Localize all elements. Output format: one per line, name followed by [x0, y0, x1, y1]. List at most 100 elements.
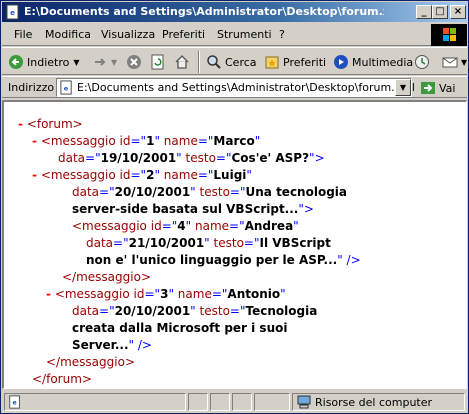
search-label: Cerca: [225, 55, 257, 69]
mail-button[interactable]: ▼: [442, 51, 467, 73]
back-dropdown-icon[interactable]: ▼: [73, 58, 79, 67]
address-bar: Indirizzo e E:\Documents and Settings\Ad…: [2, 76, 467, 98]
xml-tag: <messaggio: [54, 287, 130, 301]
my-computer-icon: [297, 395, 311, 409]
xml-tag: </forum>: [32, 372, 92, 386]
go-label: Vai: [439, 81, 456, 95]
xml-line: - <messaggio id="2" name="Luigi": [32, 168, 252, 182]
mail-icon: [442, 57, 458, 68]
forward-dropdown-icon[interactable]: ▼: [111, 58, 117, 67]
xml-document-icon: e: [6, 4, 19, 20]
back-arrow-icon: [9, 55, 23, 69]
xml-attr-name: id: [119, 134, 131, 148]
title-bar[interactable]: e E:\Documents and Settings\Administrato…: [2, 2, 467, 22]
menu-file[interactable]: File: [14, 28, 32, 41]
favorites-button[interactable]: Preferiti: [264, 51, 326, 73]
xml-attr-value: 19/10/2001: [100, 151, 177, 165]
history-button[interactable]: [414, 51, 433, 73]
maximize-button[interactable]: □: [432, 5, 448, 19]
address-dropdown-icon[interactable]: ▼: [395, 79, 411, 96]
xml-line: </messaggio>: [46, 354, 135, 371]
xml-line: data="20/10/2001" testo="Tecnologia: [72, 304, 318, 318]
xml-tag: </messaggio>: [62, 270, 151, 284]
document-viewport[interactable]: - <forum> - <messaggio id="1" name="Marc…: [2, 100, 467, 389]
go-button[interactable]: Vai: [420, 79, 455, 97]
xml-attr-value: Luigi: [213, 168, 247, 182]
home-button[interactable]: [174, 51, 193, 73]
xml-attr-name: testo: [199, 304, 230, 318]
xml-line: Server..." />: [72, 337, 152, 354]
xml-attr-name: name: [194, 219, 230, 233]
xml-attr-name: id: [119, 168, 131, 182]
refresh-button[interactable]: [150, 51, 169, 73]
address-label: Indirizzo: [8, 81, 55, 94]
xml-attr-name: id: [133, 287, 145, 301]
xml-tag: <messaggio: [40, 168, 116, 182]
status-main-cell: e: [4, 393, 186, 411]
xml-attr-value: 21/10/2001: [128, 236, 205, 250]
toolbar-separator: [198, 51, 200, 73]
menu-bar: File Modifica Visualizza Preferiti Strum…: [2, 24, 467, 46]
page-icon: e: [60, 80, 72, 95]
xml-tag: <messaggio: [72, 219, 147, 233]
xml-line: data="20/10/2001" testo="Una tecnologia: [72, 185, 347, 199]
stop-button[interactable]: [126, 51, 145, 73]
xml-attr-value: Cos'e' ASP?: [231, 151, 310, 165]
svg-text:e: e: [10, 9, 15, 17]
xml-line: </messaggio>: [62, 269, 151, 286]
collapse-toggle[interactable]: -: [32, 134, 37, 148]
menu-preferiti[interactable]: Preferiti: [162, 28, 205, 41]
xml-attr-value: creata dalla Microsoft per i suoi: [72, 321, 288, 335]
xml-line: creata dalla Microsoft per i suoi: [72, 320, 287, 337]
multimedia-button[interactable]: Multimedia: [333, 51, 413, 73]
window-title: E:\Documents and Settings\Administrator\…: [24, 5, 384, 18]
xml-attr-name: name: [163, 134, 198, 148]
mail-dropdown-icon[interactable]: ▼: [461, 58, 467, 67]
stop-icon: [127, 55, 141, 69]
xml-line: data="21/10/2001" testo="Il VBScript: [86, 236, 331, 250]
status-zone-cell: Risorse del computer: [292, 393, 465, 411]
xml-line: server-side basata sul VBScript...">: [72, 201, 314, 218]
xml-line: - <forum>: [18, 116, 83, 133]
xml-attr-name: data: [72, 304, 100, 318]
xml-attr-value: 20/10/2001: [114, 304, 191, 318]
collapse-toggle[interactable]: -: [46, 287, 51, 301]
xml-attr-value: Server...: [72, 338, 129, 352]
zone-label: Risorse del computer: [315, 396, 433, 409]
xml-line: data="19/10/2001" testo="Cos'e' ASP?">: [58, 151, 325, 165]
svg-text:e: e: [12, 400, 16, 407]
go-arrow-icon: [421, 82, 435, 94]
menu-modifica[interactable]: Modifica: [45, 28, 91, 41]
xml-attr-name: data: [86, 236, 114, 250]
xml-attr-name: testo: [199, 185, 230, 199]
forward-button[interactable]: ▼: [92, 51, 117, 73]
browser-window: e E:\Documents and Settings\Administrato…: [0, 0, 469, 414]
menu-visualizza[interactable]: Visualizza: [101, 28, 155, 41]
menu-help[interactable]: ?: [279, 28, 285, 41]
back-button[interactable]: Indietro ▼: [8, 51, 80, 73]
minimize-button[interactable]: _: [416, 5, 432, 19]
address-input[interactable]: e E:\Documents and Settings\Administrato…: [56, 78, 415, 97]
favorites-label: Preferiti: [283, 55, 327, 69]
collapse-toggle[interactable]: -: [32, 168, 37, 182]
menu-strumenti[interactable]: Strumenti: [217, 28, 272, 41]
back-label: Indietro: [27, 55, 70, 69]
xml-punct: ">: [309, 151, 325, 165]
xml-line: </forum>: [32, 371, 92, 388]
xml-punct: " />: [337, 253, 361, 267]
status-cell: [254, 393, 290, 411]
xml-attr-name: testo: [213, 236, 244, 250]
xml-attr-name: data: [72, 185, 100, 199]
collapse-toggle[interactable]: -: [18, 117, 23, 131]
forward-arrow-icon: [95, 58, 106, 66]
xml-tag: <messaggio: [40, 134, 116, 148]
xml-attr-value: 4: [177, 219, 186, 233]
favorites-icon: [265, 56, 279, 69]
xml-attr-value: 20/10/2001: [114, 185, 191, 199]
xml-tag: </messaggio>: [46, 355, 135, 369]
search-button[interactable]: Cerca: [206, 51, 257, 73]
windows-logo-icon: [431, 24, 467, 46]
close-button[interactable]: ×: [450, 5, 466, 19]
multimedia-label: Multimedia: [352, 55, 414, 69]
xml-attr-value: Andrea: [244, 219, 294, 233]
